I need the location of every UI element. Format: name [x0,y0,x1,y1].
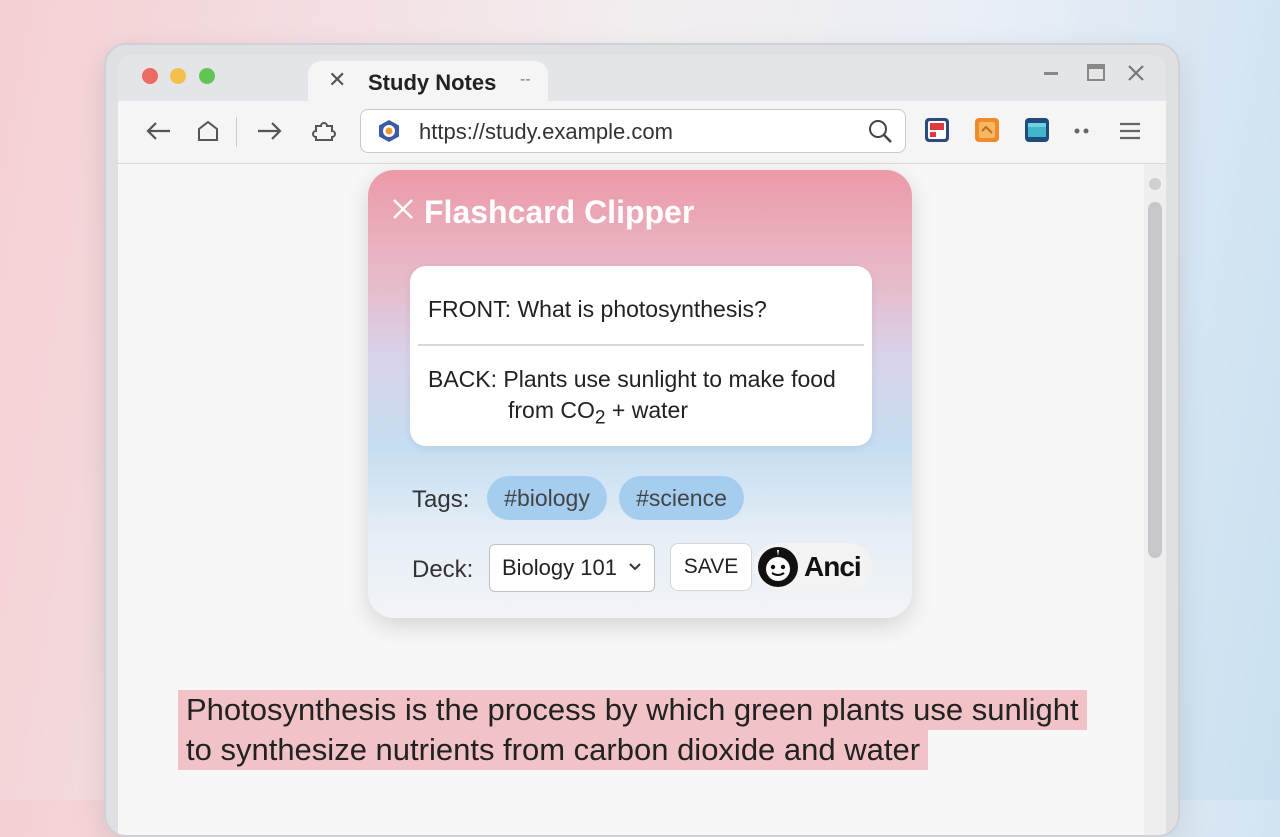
zoom-window-dot[interactable] [199,68,215,84]
flashcard-preview: FRONT: What is photosynthesis? BACK: Pla… [410,266,872,446]
extension-red-icon[interactable] [924,117,950,143]
popup-title: Flashcard Clipper [424,194,695,230]
back-text-line-2: from CO2 + water [428,395,858,434]
back-text-line-1: Plants use sunlight to make food [503,366,836,392]
scroll-thumb[interactable] [1148,202,1162,558]
tab-study-notes[interactable]: ✕ Study Notes -- [308,61,548,101]
forward-arrow-icon[interactable] [254,113,286,149]
more-dots-icon[interactable] [1066,113,1098,149]
site-favicon-icon [377,119,401,143]
close-icon[interactable] [390,196,416,222]
tab-close-icon[interactable]: ✕ [328,67,346,93]
deck-label: Deck: [412,556,474,583]
tag-science[interactable]: #science [619,476,744,520]
deck-select[interactable]: Biology 101 [489,544,655,592]
scroll-up-button[interactable] [1149,178,1161,190]
save-button[interactable]: SAVE [670,543,752,591]
front-text: What is photosynthesis? [517,296,767,322]
search-icon[interactable] [867,118,893,144]
back-text-pre: from CO [508,397,595,423]
tab-extra-indicator: -- [520,71,531,88]
brand-logo-icon [757,546,799,588]
address-bar[interactable]: https://study.example.com [360,109,906,153]
highlight-line-2[interactable]: to synthesize nutrients from carbon diox… [178,730,929,770]
tags-label: Tags: [412,486,470,513]
toolbar-divider [236,117,237,147]
close-window-dot[interactable] [142,68,158,84]
home-icon[interactable] [192,113,224,149]
deck-selected-value: Biology 101 [502,555,617,580]
back-text-post: + water [605,397,689,423]
back-arrow-icon[interactable] [142,113,174,149]
minimize-window-dot[interactable] [170,68,186,84]
highlight-line-1[interactable]: Photosynthesis is the process by which g… [178,690,1087,730]
chevron-down-icon [628,545,642,591]
card-front[interactable]: FRONT: What is photosynthesis? [428,296,767,323]
tag-biology[interactable]: #biology [487,476,607,520]
maximize-icon[interactable] [1086,63,1106,89]
scrollbar[interactable] [1144,164,1166,835]
tab-title: Study Notes [368,70,497,95]
minimize-icon[interactable] [1042,63,1060,87]
back-label: BACK: [428,366,498,392]
brand-name: Anci [804,551,862,582]
back-text-subscript: 2 [594,407,606,429]
card-divider [418,344,864,346]
menu-hamburger-icon[interactable] [1114,113,1146,149]
url-text[interactable]: https://study.example.com [419,119,673,145]
title-bar: ✕ Study Notes -- [118,55,1166,101]
extension-teal-icon[interactable] [1024,117,1050,143]
card-back[interactable]: BACK: Plants use sunlight to make food f… [428,364,858,434]
highlighted-text[interactable]: Photosynthesis is the process by which g… [178,690,1096,770]
front-label: FRONT: [428,296,512,322]
toolbar: https://study.example.com [118,101,1166,164]
flashcard-clipper-popup: Flashcard Clipper FRONT: What is photosy… [368,170,912,618]
extensions-puzzle-icon[interactable] [308,113,340,149]
brand-badge: Anci [754,543,872,591]
close-icon[interactable] [1126,63,1146,89]
extension-orange-icon[interactable] [974,117,1000,143]
